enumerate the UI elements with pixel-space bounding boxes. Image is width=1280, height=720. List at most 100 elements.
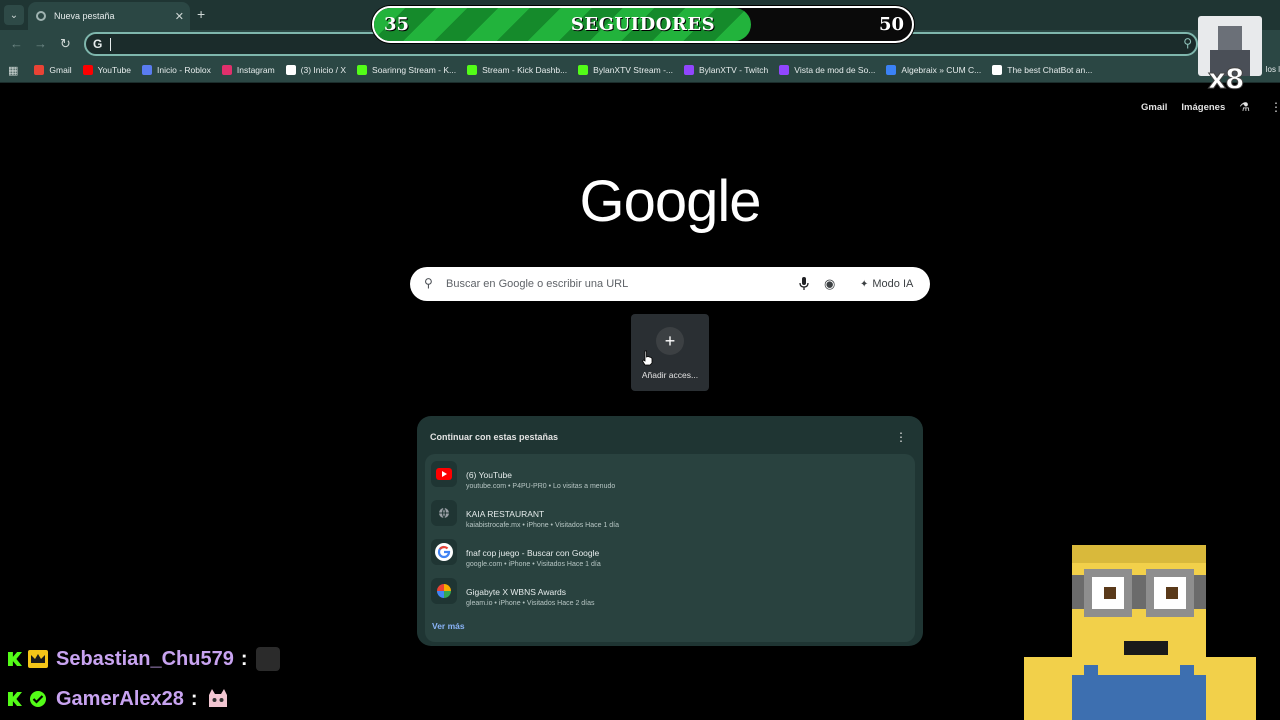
chat-username: Sebastian_Chu579: [56, 647, 234, 670]
followers-label: SEGUIDORES: [570, 14, 716, 35]
text-caret: [110, 38, 111, 51]
chat-message: GamerAlex28 :: [8, 686, 230, 712]
bookmark-item[interactable]: BylanXTV Stream -...: [578, 65, 673, 75]
bookmark-label: Inicio - Roblox: [157, 65, 211, 75]
bookmark-label: The best ChatBot an...: [1007, 65, 1093, 75]
bookmark-label: Stream - Kick Dashb...: [482, 65, 568, 75]
camera-lens-icon[interactable]: ◉: [824, 276, 835, 292]
back-icon[interactable]: ←: [10, 36, 23, 51]
bookmark-item[interactable]: Vista de mod de So...: [779, 65, 875, 75]
chat-colon: :: [240, 647, 248, 670]
bookmark-item[interactable]: BylanXTV - Twitch: [684, 65, 768, 75]
search-box: ⚲ ◉ ✦ Modo IA: [410, 267, 930, 301]
chat-message: Sebastian_Chu579 :: [8, 646, 280, 672]
globe-icon: [431, 500, 457, 526]
x-icon: [285, 65, 296, 75]
more-vert-icon[interactable]: ⋮: [895, 430, 907, 444]
bookmark-label: Algebraix » CUM C...: [901, 65, 982, 75]
webcam-avatar-head: [1218, 26, 1242, 50]
continue-tab-item[interactable]: KAIA RESTAURANT kaiabistrocafe.mx • iPhon…: [425, 497, 915, 536]
lens-icon[interactable]: ⚲: [1183, 36, 1192, 50]
labs-flask-icon[interactable]: ⚗: [1239, 100, 1250, 114]
youtube-icon: [431, 461, 457, 487]
bookmark-item[interactable]: Instagram: [221, 65, 275, 75]
continue-tab-item[interactable]: fnaf cop juego - Buscar con Google google…: [425, 536, 915, 575]
chatbot-icon: [992, 65, 1003, 75]
screen: ⌄ Nueva pestaña ✕ + ← → ↻ G ⚲ ▦ Gmail You…: [0, 0, 1280, 720]
continue-tab-title: Gigabyte X WBNS Awards: [466, 587, 566, 597]
gmail-icon: [34, 65, 45, 75]
bookmark-item[interactable]: Soarinng Stream - K...: [357, 65, 456, 75]
close-icon[interactable]: ✕: [175, 10, 184, 23]
chat-colon: :: [190, 687, 198, 710]
tab-new-tab[interactable]: Nueva pestaña ✕: [28, 2, 190, 30]
new-tab-button[interactable]: +: [197, 6, 205, 22]
images-link[interactable]: Imágenes: [1181, 102, 1225, 113]
search-input[interactable]: [446, 267, 786, 301]
continue-tab-item[interactable]: (6) YouTube youtube.com • P4PU-PR0 • Lo v…: [425, 458, 915, 497]
chat-emote: [255, 647, 280, 671]
continue-tab-subtitle: google.com • iPhone • Visitados Hace 1 d…: [466, 561, 601, 568]
bookmark-label: (3) Inicio / X: [300, 65, 347, 75]
bookmark-label: Soarinng Stream - K...: [372, 65, 457, 75]
search-icon: ⚲: [424, 276, 433, 290]
crown-badge-icon: [28, 650, 48, 668]
algebraix-icon: [886, 65, 897, 75]
ai-mode-label: Modo IA: [872, 278, 914, 290]
gleam-icon: [431, 578, 457, 604]
chat-username: GamerAlex28: [56, 687, 184, 710]
twitch-icon: [684, 65, 694, 75]
tab-title: Nueva pestaña: [54, 11, 115, 21]
bookmark-label: Gmail: [49, 65, 72, 75]
ai-mode-icon: ✦: [860, 278, 869, 290]
bookmark-item[interactable]: The best ChatBot an...: [992, 65, 1092, 75]
continue-tabs-card: Continuar con estas pestañas ⋮ (6) YouTu…: [417, 416, 923, 646]
see-more-link[interactable]: Ver más: [432, 621, 465, 631]
continue-tabs-list: (6) YouTube youtube.com • P4PU-PR0 • Lo v…: [425, 454, 915, 642]
tab-search-icon[interactable]: ⌄: [4, 5, 24, 25]
multiplier-badge: x8: [1208, 62, 1246, 96]
followers-goal-bar: 35 SEGUIDORES 50: [372, 6, 914, 43]
bookmarks-bar: ▦ Gmail YouTube Inicio - Roblox Instagram (3…: [0, 58, 1280, 83]
minion-avatar: [1024, 545, 1256, 720]
kick-icon: [467, 65, 478, 75]
bookmark-item[interactable]: Algebraix » CUM C...: [886, 65, 981, 75]
forward-icon[interactable]: →: [34, 36, 47, 51]
instagram-icon: [221, 65, 232, 75]
bookmark-item[interactable]: YouTube: [82, 65, 131, 75]
continue-tab-item[interactable]: Gigabyte X WBNS Awards gleam.io • iPhone …: [425, 575, 915, 614]
plus-icon: +: [656, 327, 684, 355]
google-logo: Google: [579, 169, 761, 234]
google-g-icon: G: [93, 37, 103, 51]
followers-goal: 50: [878, 14, 904, 35]
reload-icon[interactable]: ↻: [60, 36, 71, 52]
bookmark-item[interactable]: Inicio - Roblox: [142, 65, 211, 75]
kick-icon: [578, 65, 589, 75]
bookmark-item[interactable]: Gmail: [34, 65, 72, 75]
apps-grid-icon[interactable]: ▦: [8, 64, 18, 77]
continue-tabs-title: Continuar con estas pestañas: [430, 432, 559, 442]
continue-tab-title: fnaf cop juego - Buscar con Google: [466, 548, 600, 558]
continue-tab-title: (6) YouTube: [466, 470, 512, 480]
kick-icon: [8, 652, 22, 666]
google-top-links: Gmail Imágenes ⚗ ⋮: [1141, 100, 1280, 114]
more-vert-icon[interactable]: ⋮: [1270, 100, 1280, 114]
twitch-icon: [779, 65, 790, 75]
hand-cursor-icon: [641, 350, 653, 366]
bookmark-label: Instagram: [236, 65, 275, 75]
continue-tab-subtitle: youtube.com • P4PU-PR0 • Lo visitas a me…: [466, 483, 616, 490]
continue-tab-subtitle: gleam.io • iPhone • Visitados Hace 2 día…: [466, 600, 595, 607]
cat-emote-icon: [205, 687, 230, 711]
google-icon: [431, 539, 457, 565]
bookmark-label: BylanXTV Stream -...: [593, 65, 673, 75]
bookmark-label: BylanXTV - Twitch: [699, 65, 769, 75]
bookmarks-overflow[interactable]: los l: [1266, 65, 1280, 74]
ai-mode-button[interactable]: ✦ Modo IA: [852, 272, 921, 296]
verified-badge-icon: [30, 691, 46, 707]
microphone-icon[interactable]: [798, 276, 810, 292]
chrome-icon: [36, 11, 46, 21]
bookmark-item[interactable]: (3) Inicio / X: [285, 65, 347, 75]
bookmark-item[interactable]: Stream - Kick Dashb...: [467, 65, 567, 75]
gmail-link[interactable]: Gmail: [1141, 102, 1167, 113]
kick-icon: [357, 65, 368, 75]
